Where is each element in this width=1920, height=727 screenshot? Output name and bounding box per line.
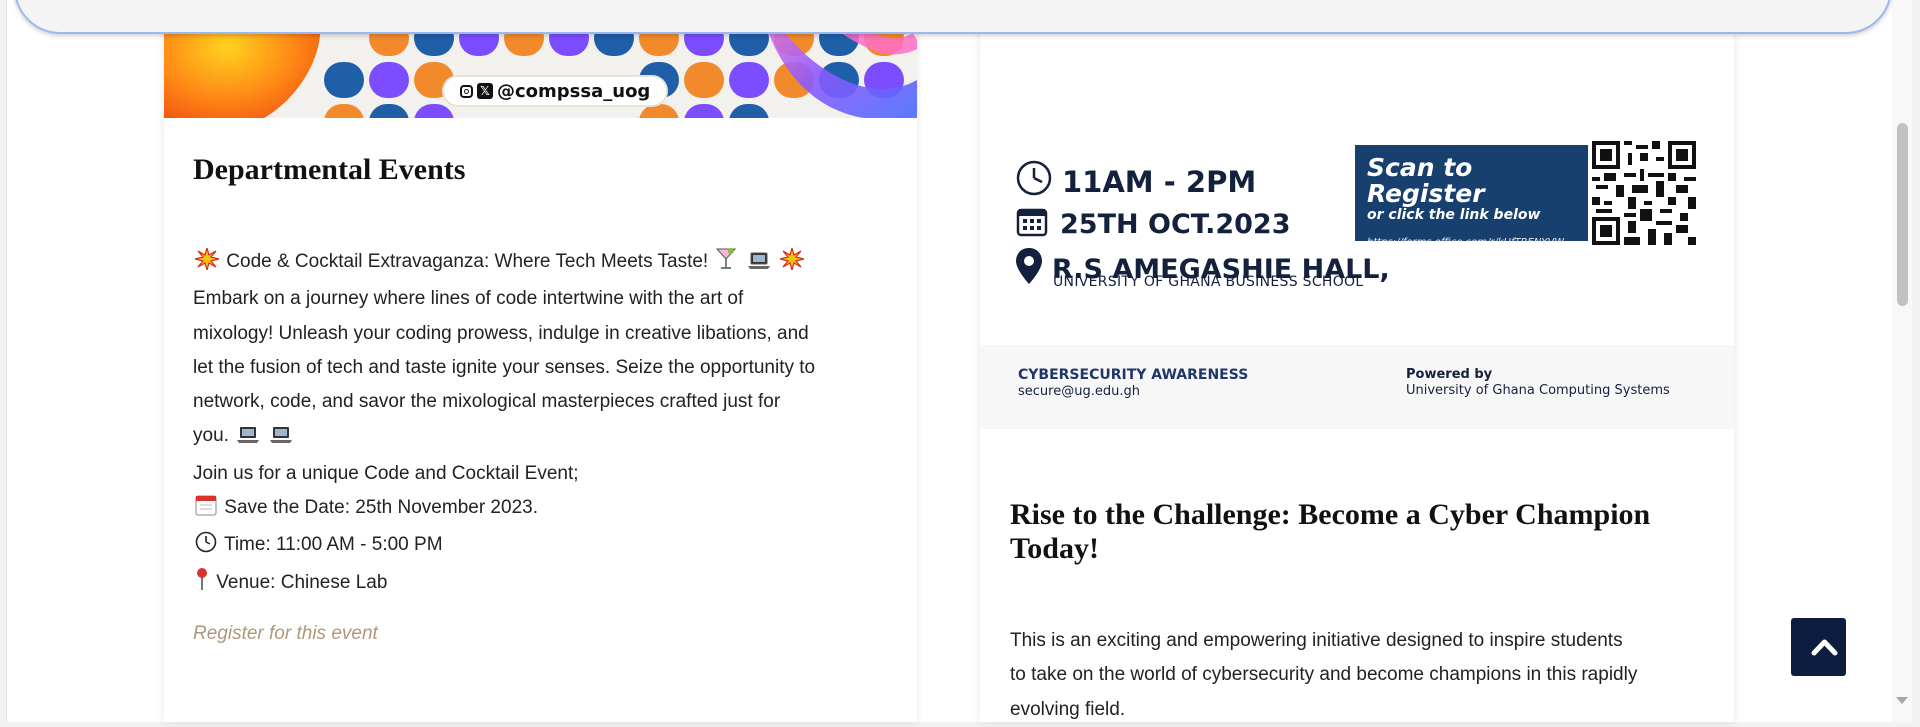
event-time-line: Time: 11:00 AM - 5:00 PM <box>193 528 903 565</box>
event-text-line-last: you. <box>193 419 903 456</box>
register-link[interactable]: Register for this event <box>193 623 378 645</box>
awareness-email: secure@ug.edu.gh <box>1018 384 1140 399</box>
event-venue-line: Venue: Chinese Lab <box>193 566 903 603</box>
event-text-line: network, code, and savor the mixological… <box>193 391 781 413</box>
scan-url: https://forms.office.com/r/kUfTRENYVW <box>1367 237 1565 248</box>
calendar-icon <box>195 494 217 528</box>
scroll-down-arrow-icon[interactable] <box>1896 697 1908 704</box>
cyber-champion-title: Rise to the Challenge: Become a Cyber Ch… <box>1010 498 1651 565</box>
cyber-champion-card: 11AM - 2PM 25TH OCT.2023 R.S AMEGASHIE H… <box>980 0 1734 722</box>
back-to-top-button[interactable] <box>1791 618 1846 676</box>
explosion-icon <box>779 245 805 282</box>
event-text-line: mixology! Unleash your coding prowess, i… <box>193 322 809 344</box>
awareness-title: CYBERSECURITY AWARENESS <box>1018 367 1249 383</box>
section-title: Departmental Events <box>193 153 466 186</box>
poster-footer: CYBERSECURITY AWARENESS secure@ug.edu.gh… <box>980 345 1734 429</box>
scrollbar-thumb[interactable] <box>1897 123 1908 306</box>
event-date: Save the Date: 25th November 2023. <box>224 497 538 519</box>
event-description: Code & Cocktail Extravaganza: Where Tech… <box>193 245 903 603</box>
event-venue: Venue: Chinese Lab <box>216 571 388 593</box>
event-poster-image: 11AM - 2PM 25TH OCT.2023 R.S AMEGASHIE H… <box>980 0 1734 430</box>
poster-date: 25TH OCT.2023 <box>1060 209 1291 240</box>
calendar-icon <box>1016 205 1048 244</box>
x-twitter-icon: 𝕏 <box>477 83 493 99</box>
scan-to-register-box: Scan to Register or click the link below… <box>1355 145 1588 248</box>
cocktail-icon <box>715 246 737 282</box>
scan-title: Scan to Register <box>1367 153 1485 208</box>
poster-time: 11AM - 2PM <box>1062 164 1257 199</box>
event-date-line: Save the Date: 25th November 2023. <box>193 491 903 528</box>
poster-date-row: 25TH OCT.2023 <box>1016 205 1290 244</box>
laptop-icon <box>269 422 293 456</box>
poster-footer-left: CYBERSECURITY AWARENESS secure@ug.edu.gh <box>1018 367 1248 400</box>
top-navigation-bar <box>14 0 1892 34</box>
event-headline: Code & Cocktail Extravaganza: Where Tech… <box>226 251 709 272</box>
event-text-line: Embark on a journey where lines of code … <box>193 288 744 310</box>
event-text-line: you. <box>193 425 229 447</box>
location-pin-icon <box>1016 248 1042 291</box>
clock-icon <box>195 531 217 565</box>
description-line: to take on the world of cybersecurity an… <box>1010 664 1638 686</box>
event-text-line: let the fusion of tech and taste ignite … <box>193 356 816 378</box>
laptop-icon <box>747 248 771 282</box>
social-handle-text: @compssa_uog <box>497 80 651 102</box>
clock-icon <box>1016 160 1052 203</box>
social-handle-badge: 𝕏 @compssa_uog <box>444 77 667 105</box>
powered-by-label: Powered by <box>1406 367 1493 382</box>
description-line: This is an exciting and empowering initi… <box>1010 630 1623 651</box>
event-headline-line: Code & Cocktail Extravaganza: Where Tech… <box>193 245 903 282</box>
chevron-up-icon <box>1811 639 1838 656</box>
poster-venue-subtitle: UNIVERSITY OF GHANA BUSINESS SCHOOL <box>1053 274 1364 290</box>
scan-subtitle: or click the link below <box>1367 207 1541 223</box>
qr-code-image <box>1592 141 1696 245</box>
explosion-icon <box>194 245 220 282</box>
event-text-line: Join us for a unique Code and Cocktail E… <box>193 462 579 484</box>
event-time: Time: 11:00 AM - 5:00 PM <box>223 534 443 556</box>
poster-time-row: 11AM - 2PM <box>1016 160 1256 203</box>
instagram-icon <box>460 84 473 98</box>
powered-by-org: University of Ghana Computing Systems <box>1406 383 1670 398</box>
page-scrollbar[interactable] <box>1892 0 1912 722</box>
pushpin-icon <box>195 567 209 603</box>
departmental-events-card: 𝕏 @compssa_uog Departmental Events Code … <box>164 0 917 722</box>
poster-footer-right: Powered by University of Ghana Computing… <box>1406 367 1670 399</box>
laptop-icon <box>236 422 260 456</box>
cyber-champion-description: This is an exciting and empowering initi… <box>1010 624 1710 727</box>
